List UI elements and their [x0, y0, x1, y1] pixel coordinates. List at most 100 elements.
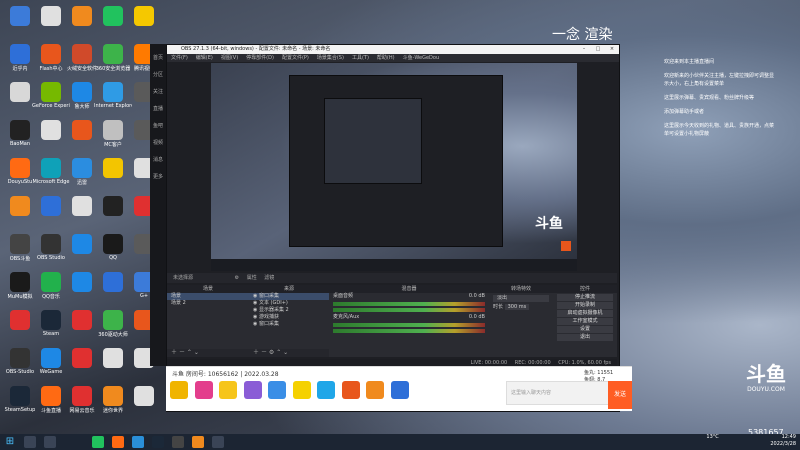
app-icon: [10, 196, 30, 216]
obs-menubar: 文件(F) 编辑(E) 视图(V) 停靠部件(D) 配置文件(P) 场景集合(S) 工具(T…: [167, 54, 619, 62]
gift-icon[interactable]: [170, 381, 188, 399]
gift-icon[interactable]: [219, 381, 238, 399]
control-button[interactable]: 退出: [557, 334, 613, 341]
source-label: 游戏捕获: [258, 314, 279, 320]
overlay-note: 这里展示弹幕、贵宾观看、粉丝牌升级等: [664, 95, 755, 101]
remove-icon[interactable]: －: [261, 349, 267, 356]
sidebar-item[interactable]: 关注: [150, 88, 166, 95]
search-icon[interactable]: [24, 436, 36, 448]
gift-icon[interactable]: [390, 381, 409, 399]
source-item[interactable]: ◉ 游戏捕获: [249, 314, 329, 321]
desktop-icon[interactable]: [125, 4, 163, 40]
menu-item[interactable]: 编辑(E): [196, 55, 213, 61]
add-icon[interactable]: ＋: [171, 349, 177, 356]
gift-icon[interactable]: [292, 381, 311, 399]
minimize-icon[interactable]: –: [577, 45, 591, 54]
transition-select[interactable]: 淡出: [493, 295, 549, 302]
gift-icon[interactable]: [341, 381, 360, 399]
app-icon: [10, 82, 30, 102]
mixer-channel-db: 0.0 dB: [468, 314, 485, 320]
sidebar-item[interactable]: 鱼吧: [150, 122, 166, 129]
gift-icon[interactable]: [366, 381, 385, 399]
steam-taskbar-icon[interactable]: [152, 436, 164, 448]
transitions-dock: 转场特效 淡出 时长 300 ms: [489, 285, 554, 357]
gift-icon[interactable]: [317, 381, 336, 399]
remove-icon[interactable]: －: [179, 349, 185, 356]
app-icon: [72, 158, 92, 178]
gift-bar: [170, 381, 510, 405]
menu-item[interactable]: 视图(V): [221, 55, 238, 61]
task-view-icon[interactable]: [44, 436, 56, 448]
app-taskbar-icon[interactable]: [132, 436, 144, 448]
sidebar-item[interactable]: 直播: [150, 105, 166, 112]
source-item[interactable]: ◉ 文本 (GDI+): [249, 300, 329, 307]
menu-item[interactable]: 文件(F): [171, 55, 188, 61]
scene-item[interactable]: 场景: [167, 293, 249, 300]
app-icon: [103, 386, 123, 406]
sidebar-item[interactable]: 分区: [150, 71, 166, 78]
windows-logo-icon[interactable]: ⊞: [4, 436, 16, 448]
app-taskbar-icon[interactable]: [212, 436, 224, 448]
volume-slider[interactable]: [333, 308, 485, 312]
send-button[interactable]: 发送: [608, 381, 632, 409]
menu-item[interactable]: 停靠部件(D): [246, 55, 274, 61]
scene-item[interactable]: 场景 2: [167, 300, 249, 307]
preview-orange-button: [561, 241, 571, 251]
app-icon: [103, 348, 123, 368]
menu-item[interactable]: 场景集合(S): [317, 55, 344, 61]
source-item[interactable]: ◉ 窗口采集: [249, 321, 329, 328]
clock-date[interactable]: 2022/3/28: [770, 441, 796, 448]
filter-button[interactable]: 滤镜: [264, 275, 274, 281]
app-icon: [72, 272, 92, 292]
menu-item[interactable]: 斗鱼-WeGeDou: [403, 55, 440, 61]
clock-time[interactable]: 12:49: [770, 434, 796, 441]
source-label: 显示器采集 2: [258, 307, 289, 313]
gift-icon[interactable]: [268, 381, 287, 399]
app-icon: [72, 348, 92, 368]
add-icon[interactable]: ＋: [253, 349, 259, 356]
wechat-icon[interactable]: [92, 436, 104, 448]
controls-dock: 控件 停止推流 开始录制 启动虚拟摄像机 工作室模式 设置 退出: [553, 285, 617, 357]
chevron-up-icon[interactable]: ⌃: [276, 349, 281, 356]
controls-header: 控件: [553, 285, 617, 293]
sidebar-item[interactable]: 首页: [150, 54, 166, 61]
menu-item[interactable]: 工具(T): [352, 55, 369, 61]
control-button[interactable]: 开始录制: [557, 302, 613, 309]
menu-item[interactable]: 配置文件(P): [282, 55, 309, 61]
chevron-down-icon[interactable]: ⌄: [194, 349, 199, 356]
gift-icon[interactable]: [243, 381, 262, 399]
source-item[interactable]: ◉ 窗口采集: [249, 293, 329, 300]
app-icon: [103, 120, 123, 140]
duration-input[interactable]: 300 ms: [504, 304, 530, 310]
douyu-taskbar-icon[interactable]: [112, 436, 124, 448]
control-button[interactable]: 停止推流: [557, 294, 613, 301]
gear-icon[interactable]: ⚙: [235, 275, 239, 281]
gear-icon[interactable]: ⚙: [269, 349, 274, 356]
control-button[interactable]: 工作室模式: [557, 318, 613, 325]
control-button[interactable]: 设置: [557, 326, 613, 333]
app-icon: [41, 310, 61, 330]
volume-slider[interactable]: [333, 329, 485, 333]
sources-header: 来源: [249, 285, 329, 293]
obs-preview[interactable]: 斗鱼: [211, 63, 577, 271]
app-icon: [41, 158, 61, 178]
gift-icon[interactable]: [194, 381, 213, 399]
chat-input[interactable]: 这里输入聊天内容: [506, 381, 612, 405]
menu-item[interactable]: 帮助(H): [377, 55, 395, 61]
properties-button[interactable]: 属性: [247, 275, 257, 281]
sidebar-item[interactable]: 更多: [150, 173, 166, 180]
scenes-toolbar: ＋ － ⌃ ⌄: [167, 349, 249, 357]
chevron-up-icon[interactable]: ⌃: [187, 349, 192, 356]
source-item[interactable]: ◉ 显示器采集 2: [249, 307, 329, 314]
maximize-icon[interactable]: □: [591, 45, 605, 54]
sidebar-item[interactable]: 消息: [150, 156, 166, 163]
control-button[interactable]: 启动虚拟摄像机: [557, 310, 613, 317]
obs-taskbar-icon[interactable]: [172, 436, 184, 448]
app-taskbar-icon[interactable]: [192, 436, 204, 448]
mixer-dock: 混音器 桌面音频 0.0 dB 麦克风/Aux 0.0 dB: [329, 285, 490, 357]
desktop-icon[interactable]: [125, 384, 163, 420]
close-icon[interactable]: ×: [605, 45, 619, 54]
sidebar-item[interactable]: 视频: [150, 139, 166, 146]
chevron-down-icon[interactable]: ⌄: [283, 349, 288, 356]
overlay-notes: 欢迎来到本主播直播间 欢迎新来的小伙伴关注主播，左键拉拽即可调整显示大小，右上角有…: [664, 58, 774, 144]
